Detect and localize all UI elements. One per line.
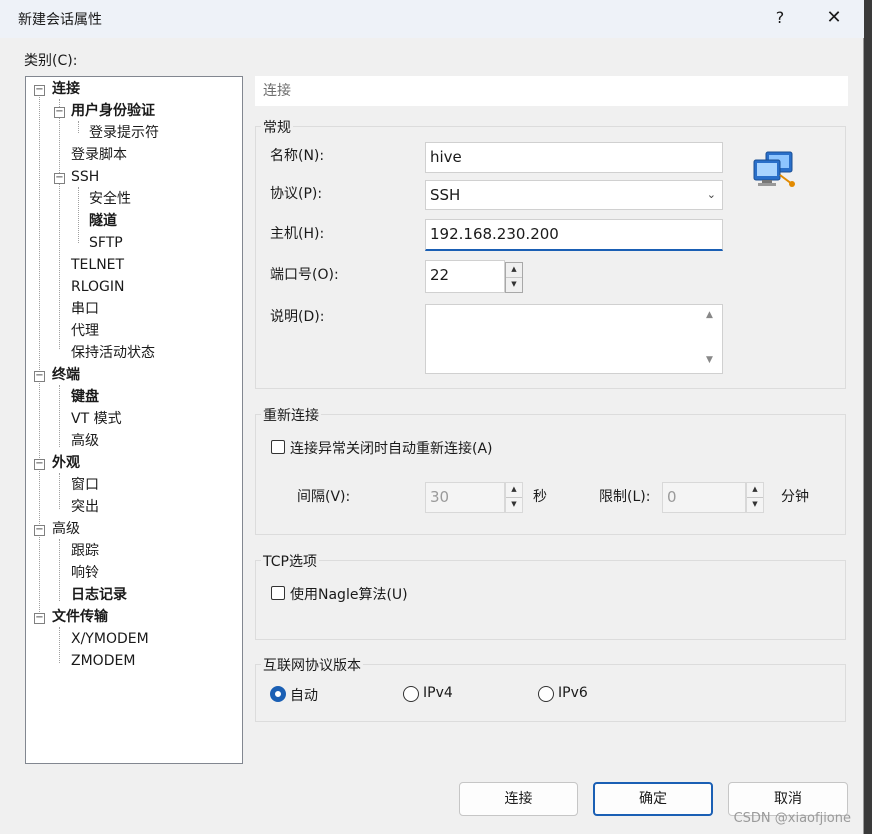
ok-button[interactable]: 确定 xyxy=(593,782,713,816)
scroll-down-icon[interactable]: ▼ xyxy=(706,355,713,365)
session-properties-dialog: 新建会话属性 ? ✕ 类别(C): − 连接 − 用户身份验证 登录提示符 登录… xyxy=(0,0,864,834)
ip-version-group-title: 互联网协议版本 xyxy=(261,655,363,675)
tree-item-auth[interactable]: 用户身份验证 xyxy=(71,100,155,122)
tree-line xyxy=(39,94,40,624)
panel-header: 连接 xyxy=(255,76,848,106)
tree-line xyxy=(59,539,60,601)
spin-down-icon[interactable]: ▼ xyxy=(747,498,763,513)
tree-item-rlogin[interactable]: RLOGIN xyxy=(71,276,125,298)
tree-item-proxy[interactable]: 代理 xyxy=(71,320,99,342)
collapse-icon[interactable]: − xyxy=(34,459,45,470)
tree-line xyxy=(78,187,79,243)
scroll-up-icon[interactable]: ▲ xyxy=(706,310,713,320)
reconnect-group-title: 重新连接 xyxy=(261,405,321,425)
tree-item-keyboard[interactable]: 键盘 xyxy=(71,386,99,408)
tree-item-connection[interactable]: 连接 xyxy=(52,78,80,100)
tree-item-security[interactable]: 安全性 xyxy=(89,188,131,210)
tree-item-terminal-advanced[interactable]: 高级 xyxy=(71,430,99,452)
radio-ipv6-label[interactable]: IPv6 xyxy=(558,685,588,701)
interval-label: 间隔(V): xyxy=(297,489,351,505)
tree-line xyxy=(78,121,79,133)
close-button[interactable]: ✕ xyxy=(822,6,846,30)
collapse-icon[interactable]: − xyxy=(34,613,45,624)
tree-item-login-prompt[interactable]: 登录提示符 xyxy=(89,122,159,144)
tree-item-trace[interactable]: 跟踪 xyxy=(71,540,99,562)
tree-item-logging[interactable]: 日志记录 xyxy=(71,584,127,606)
tree-item-window[interactable]: 窗口 xyxy=(71,474,99,496)
tree-item-bell[interactable]: 响铃 xyxy=(71,562,99,584)
radio-ipv6[interactable] xyxy=(538,686,554,702)
tree-item-sftp[interactable]: SFTP xyxy=(89,232,123,254)
tree-item-zmodem[interactable]: ZMODEM xyxy=(71,650,135,672)
nagle-checkbox[interactable] xyxy=(271,586,285,600)
port-spinner[interactable]: ▲ ▼ xyxy=(505,262,523,293)
limit-spinner[interactable]: ▲ ▼ xyxy=(746,482,764,513)
network-computers-icon xyxy=(752,150,796,190)
tree-line xyxy=(59,627,60,663)
collapse-icon[interactable]: − xyxy=(34,85,45,96)
tree-item-xymodem[interactable]: X/YMODEM xyxy=(71,628,149,650)
protocol-value: SSH xyxy=(430,186,461,204)
collapse-icon[interactable]: − xyxy=(54,107,65,118)
category-tree[interactable]: − 连接 − 用户身份验证 登录提示符 登录脚本 − SSH 安全性 隧道 SF… xyxy=(25,76,243,764)
tcp-group-title: TCP选项 xyxy=(261,551,319,571)
category-label: 类别(C): xyxy=(24,53,78,69)
tree-item-file-transfer[interactable]: 文件传输 xyxy=(52,606,108,628)
auto-reconnect-checkbox[interactable] xyxy=(271,440,285,454)
spin-up-icon[interactable]: ▲ xyxy=(506,263,522,278)
reconnect-group xyxy=(255,414,846,535)
name-label: 名称(N): xyxy=(270,148,325,164)
tree-item-appearance[interactable]: 外观 xyxy=(52,452,80,474)
title-bar: 新建会话属性 ? ✕ xyxy=(0,0,864,38)
port-label: 端口号(O): xyxy=(270,267,339,283)
radio-ipv4[interactable] xyxy=(403,686,419,702)
tree-item-serial[interactable]: 串口 xyxy=(71,298,99,320)
nagle-label[interactable]: 使用Nagle算法(U) xyxy=(290,584,408,604)
spin-up-icon[interactable]: ▲ xyxy=(506,483,522,498)
host-input[interactable]: 192.168.230.200 xyxy=(425,219,723,251)
interval-input[interactable]: 30 xyxy=(425,482,505,513)
collapse-icon[interactable]: − xyxy=(34,525,45,536)
tree-item-keepalive[interactable]: 保持活动状态 xyxy=(71,342,155,364)
tree-line xyxy=(59,473,60,509)
collapse-icon[interactable]: − xyxy=(34,371,45,382)
protocol-select[interactable]: SSH ⌄ xyxy=(425,180,723,210)
tree-item-tunnel[interactable]: 隧道 xyxy=(89,210,117,232)
host-label: 主机(H): xyxy=(270,226,325,242)
tree-line xyxy=(59,99,60,349)
tree-item-login-script[interactable]: 登录脚本 xyxy=(71,144,127,166)
watermark: CSDN @xiaofjione xyxy=(733,811,851,826)
spin-up-icon[interactable]: ▲ xyxy=(747,483,763,498)
radio-auto-label[interactable]: 自动 xyxy=(290,685,318,705)
auto-reconnect-label[interactable]: 连接异常关闭时自动重新连接(A) xyxy=(290,438,493,458)
spin-down-icon[interactable]: ▼ xyxy=(506,498,522,513)
tree-item-advanced[interactable]: 高级 xyxy=(52,518,80,540)
radio-ipv4-label[interactable]: IPv4 xyxy=(423,685,453,701)
radio-auto[interactable] xyxy=(270,686,286,702)
tree-line xyxy=(59,385,60,447)
tree-item-highlight[interactable]: 突出 xyxy=(71,496,99,518)
limit-unit: 分钟 xyxy=(781,489,809,505)
tree-item-ssh[interactable]: SSH xyxy=(71,166,99,188)
connect-button[interactable]: 连接 xyxy=(459,782,578,816)
chevron-down-icon: ⌄ xyxy=(706,188,716,201)
interval-spinner[interactable]: ▲ ▼ xyxy=(505,482,523,513)
general-group-title: 常规 xyxy=(261,117,293,137)
description-label: 说明(D): xyxy=(270,309,325,325)
help-button[interactable]: ? xyxy=(770,6,790,30)
collapse-icon[interactable]: − xyxy=(54,173,65,184)
tree-item-terminal[interactable]: 终端 xyxy=(52,364,80,386)
interval-unit: 秒 xyxy=(533,489,547,505)
protocol-label: 协议(P): xyxy=(270,186,323,202)
description-textarea[interactable] xyxy=(425,304,723,374)
port-input[interactable]: 22 xyxy=(425,260,505,293)
limit-label: 限制(L): xyxy=(599,489,651,505)
name-input[interactable]: hive xyxy=(425,142,723,173)
limit-input[interactable]: 0 xyxy=(662,482,746,513)
spin-down-icon[interactable]: ▼ xyxy=(506,278,522,293)
tree-item-telnet[interactable]: TELNET xyxy=(71,254,124,276)
tree-item-vt-mode[interactable]: VT 模式 xyxy=(71,408,122,430)
window-title: 新建会话属性 xyxy=(18,12,102,28)
